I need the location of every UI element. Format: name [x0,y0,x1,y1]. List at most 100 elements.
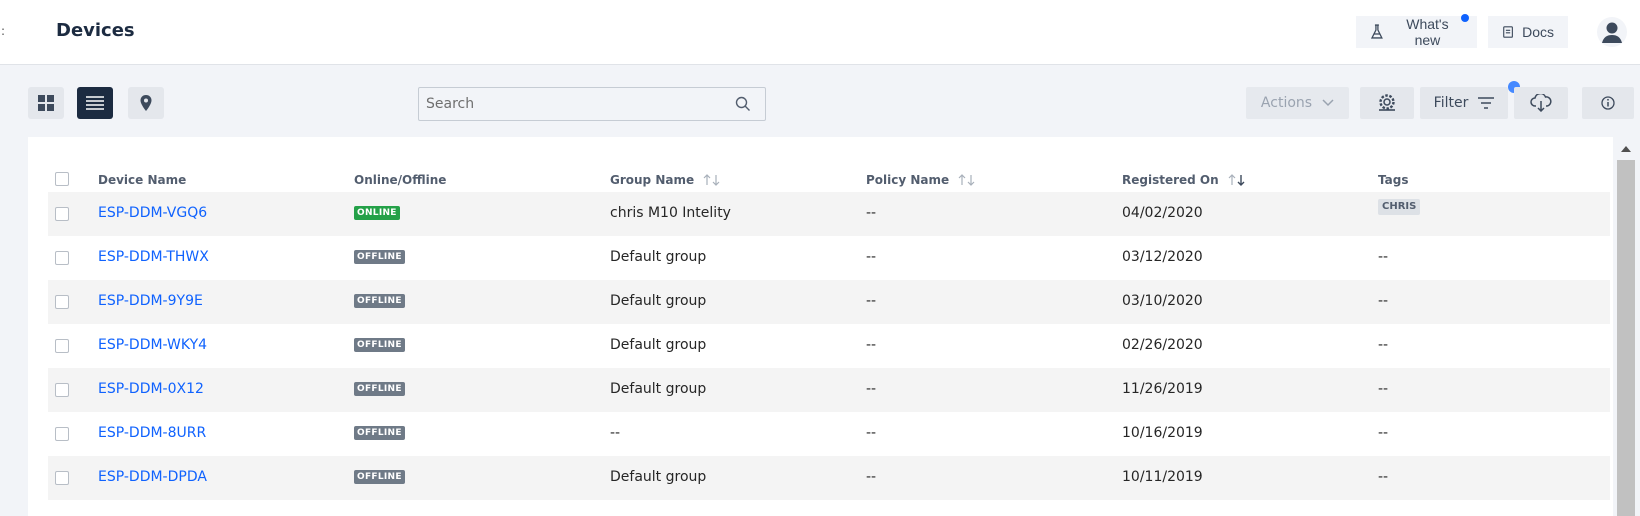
tags-cell: -- [1378,249,1389,265]
row-checkbox[interactable] [55,427,69,441]
policy-name-cell: -- [866,249,877,265]
map-view-button[interactable] [128,87,164,119]
tag-chip: CHRIS [1378,199,1421,215]
group-name-cell: Default group [610,381,707,397]
filter-button[interactable]: Filter [1420,87,1508,119]
grid-view-button[interactable] [28,87,64,119]
group-name-cell: -- [610,425,621,441]
tags-cell: -- [1378,425,1389,441]
whats-new-label: What's new [1406,16,1449,48]
group-name-cell: Default group [610,469,707,485]
column-header-online-offline[interactable]: Online/Offline [354,173,446,187]
status-badge: OFFLINE [354,338,405,352]
registered-on-cell: 04/02/2020 [1122,205,1203,221]
table-row[interactable]: ESP-DDM-THWX OFFLINE Default group -- 03/12/… [48,236,1610,280]
sort-icon[interactable] [702,174,722,186]
download-button[interactable] [1514,87,1568,119]
device-name-link[interactable]: ESP-DDM-WKY4 [98,337,207,353]
top-header: : Devices What's new Docs [0,0,1640,65]
search-box [418,87,766,121]
policy-name-cell: -- [866,337,877,353]
notification-dot [1461,14,1469,22]
status-badge: OFFLINE [354,426,405,440]
tags-cell: -- [1378,381,1389,397]
device-name-link[interactable]: ESP-DDM-9Y9E [98,293,203,309]
filter-label: Filter [1433,95,1469,111]
registered-on-cell: 02/26/2020 [1122,337,1203,353]
group-name-cell: Default group [610,249,707,265]
device-name-link[interactable]: ESP-DDM-DPDA [98,469,207,485]
user-avatar-icon[interactable] [1596,16,1628,48]
filter-icon [1478,97,1495,109]
toolbar: Actions Filter [0,65,1640,137]
column-header-group-name[interactable]: Group Name [610,173,722,187]
policy-name-cell: -- [866,293,877,309]
docs-icon [1503,26,1513,38]
whats-new-button[interactable]: What's new [1356,14,1477,48]
registered-on-cell: 10/11/2019 [1122,469,1203,485]
docs-label: Docs [1522,24,1554,40]
registered-on-cell: 03/12/2020 [1122,249,1203,265]
device-name-link[interactable]: ESP-DDM-THWX [98,249,209,265]
table-row[interactable]: ESP-DDM-8URR OFFLINE -- -- 10/16/2019 -- [48,412,1610,456]
status-badge: OFFLINE [354,250,405,264]
status-badge: OFFLINE [354,382,405,396]
cloud-download-icon [1530,94,1552,112]
column-header-registered-on[interactable]: Registered On [1122,173,1247,187]
registered-on-cell: 03/10/2020 [1122,293,1203,309]
group-name-cell: Default group [610,337,707,353]
scrollbar-thumb[interactable] [1617,160,1635,516]
group-name-cell: Default group [610,293,707,309]
tags-cell: -- [1378,337,1389,353]
row-checkbox[interactable] [55,471,69,485]
sort-icon[interactable] [957,174,977,186]
policy-name-cell: -- [866,469,877,485]
table-row[interactable]: ESP-DDM-0X12 OFFLINE Default group -- 11/26/… [48,368,1610,412]
policy-name-cell: -- [866,425,877,441]
search-input[interactable] [419,88,719,120]
device-name-link[interactable]: ESP-DDM-8URR [98,425,206,441]
row-checkbox[interactable] [55,295,69,309]
edge-glyph: : [1,24,6,38]
actions-label: Actions [1260,95,1313,111]
device-name-link[interactable]: ESP-DDM-0X12 [98,381,204,397]
docs-button[interactable]: Docs [1488,16,1568,48]
device-name-link[interactable]: ESP-DDM-VGQ6 [98,205,207,221]
page-title: Devices [56,20,135,41]
tags-cell: -- [1378,469,1389,485]
grid-icon [38,95,54,111]
status-badge: OFFLINE [354,470,405,484]
chevron-down-icon [1322,99,1334,107]
row-checkbox[interactable] [55,383,69,397]
search-icon[interactable] [735,96,751,112]
column-header-policy-name[interactable]: Policy Name [866,173,977,187]
column-header-tags: Tags [1378,173,1409,187]
table-row[interactable]: ESP-DDM-DPDA OFFLINE Default group -- 10/11/… [48,456,1610,500]
table-row[interactable]: ESP-DDM-9Y9E OFFLINE Default group -- 03/10/… [48,280,1610,324]
column-header-device-name[interactable]: Device Name [98,173,186,187]
info-button[interactable] [1582,87,1634,119]
tags-cell: -- [1378,293,1389,309]
info-icon [1601,96,1615,110]
flask-icon [1370,24,1383,39]
list-view-button[interactable] [77,87,113,119]
policy-name-cell: -- [866,205,877,221]
table-row[interactable]: ESP-DDM-WKY4 OFFLINE Default group -- 02/26/… [48,324,1610,368]
location-pin-icon [140,95,152,111]
device-settings-button[interactable] [1360,87,1414,119]
row-checkbox[interactable] [55,207,69,221]
policy-name-cell: -- [866,381,877,397]
status-badge: ONLINE [354,206,400,220]
scroll-up-arrow-icon[interactable] [1621,145,1631,152]
sort-descending-icon[interactable] [1227,174,1247,186]
status-badge: OFFLINE [354,294,405,308]
row-checkbox[interactable] [55,339,69,353]
actions-dropdown[interactable]: Actions [1246,87,1349,119]
registered-on-cell: 10/16/2019 [1122,425,1203,441]
table-row[interactable]: ESP-DDM-VGQ6 ONLINE chris M10 Intelity -- 04… [48,192,1610,236]
row-checkbox[interactable] [55,251,69,265]
select-all-checkbox[interactable] [55,172,69,186]
group-name-cell: chris M10 Intelity [610,205,731,221]
gear-icon [1379,94,1395,111]
registered-on-cell: 11/26/2019 [1122,381,1203,397]
